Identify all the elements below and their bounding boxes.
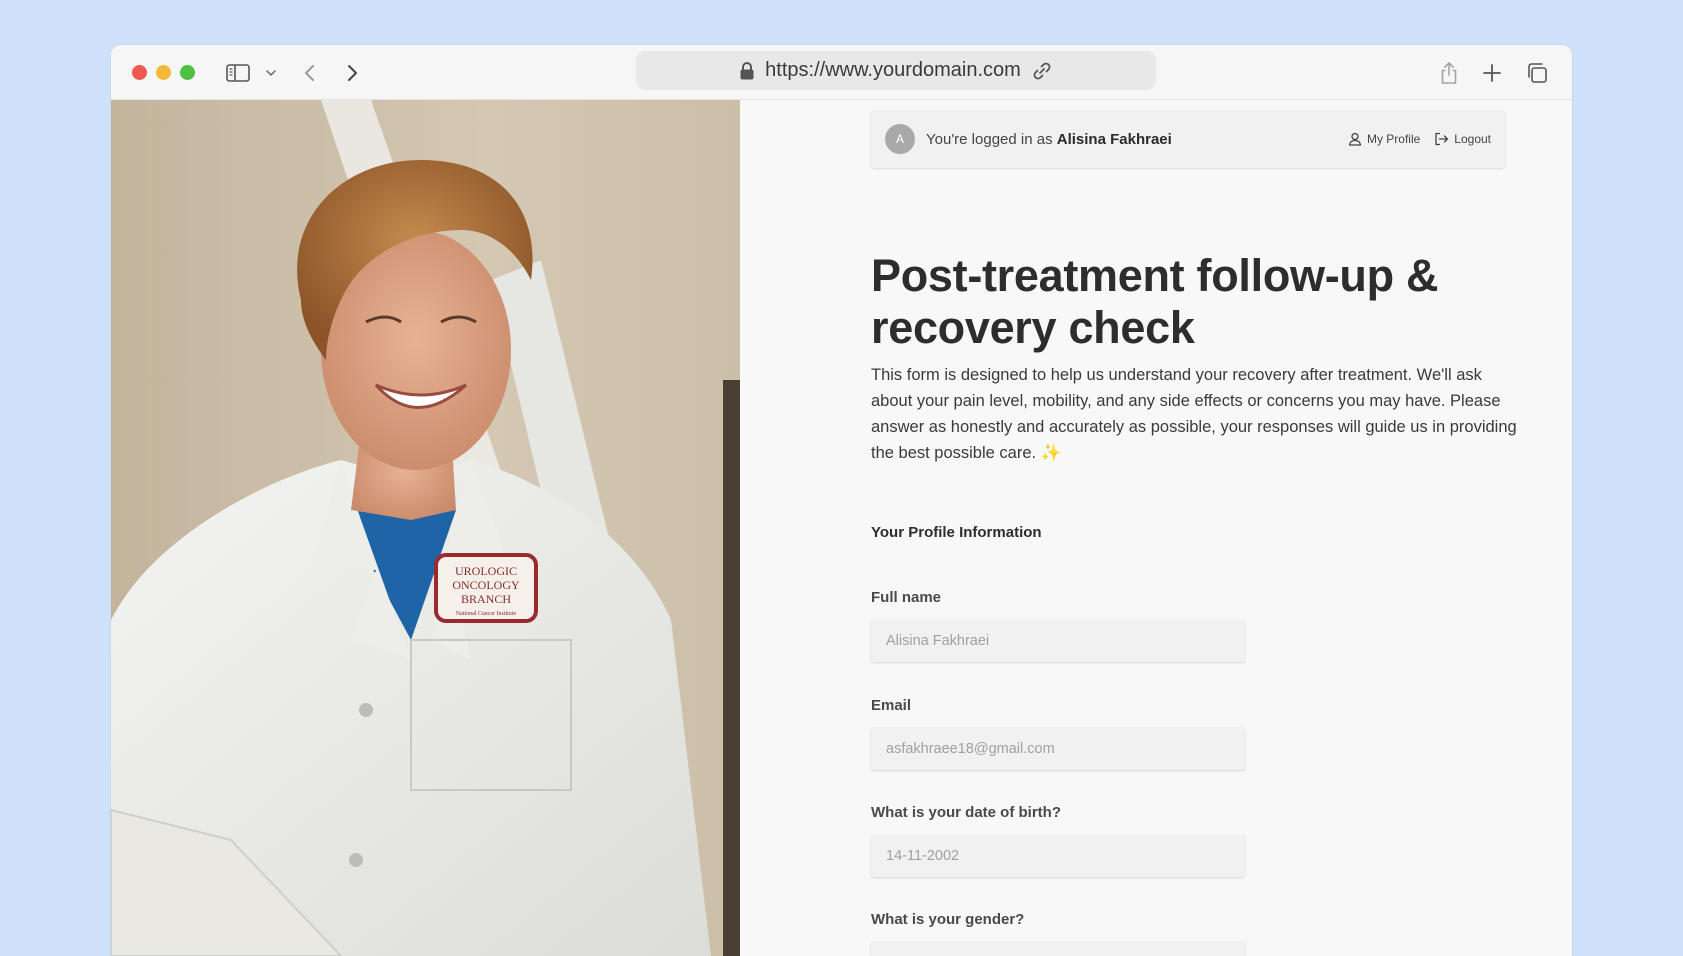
gender-field[interactable] <box>871 941 1245 956</box>
browser-toolbar: https://www.yourdomain.com <box>111 45 1572 100</box>
email-field[interactable] <box>871 727 1245 770</box>
browser-window: https://www.yourdomain.com UROLOGIC ONCO… <box>111 45 1572 956</box>
svg-text:National Cancer Institute: National Cancer Institute <box>456 611 517 617</box>
new-tab-icon[interactable] <box>1480 59 1504 87</box>
sidebar-toggle-icon[interactable] <box>224 59 252 87</box>
close-window-button[interactable] <box>132 65 147 80</box>
email-label: Email <box>871 697 912 714</box>
gender-label: What is your gender? <box>871 911 1025 928</box>
login-status-bar: A You're logged in as Alisina Fakhraei M… <box>871 110 1505 168</box>
share-icon[interactable] <box>1437 59 1461 87</box>
url-text: https://www.yourdomain.com <box>765 59 1021 81</box>
account-actions: My Profile Logout <box>1348 132 1491 146</box>
address-bar[interactable]: https://www.yourdomain.com <box>636 51 1156 90</box>
form-intro: This form is designed to help us underst… <box>871 366 1517 462</box>
login-status-text: You're logged in as Alisina Fakhraei <box>926 130 1172 148</box>
user-icon <box>1348 132 1362 146</box>
date-of-birth-field[interactable] <box>871 834 1245 877</box>
maximize-window-button[interactable] <box>180 65 195 80</box>
logout-link[interactable]: Logout <box>1434 132 1491 146</box>
minimize-window-button[interactable] <box>156 65 171 80</box>
logged-in-user-name: Alisina Fakhraei <box>1056 130 1172 148</box>
doctor-illustration: UROLOGIC ONCOLOGY BRANCH National Cancer… <box>111 100 740 956</box>
date-of-birth-label: What is your date of birth? <box>871 804 1061 821</box>
full-name-label: Full name <box>871 589 942 606</box>
section-title-profile: Your Profile Information <box>871 524 1042 541</box>
back-arrow-icon[interactable] <box>298 59 322 87</box>
doctor-photo: UROLOGIC ONCOLOGY BRANCH National Cancer… <box>111 100 740 956</box>
svg-text:BRANCH: BRANCH <box>461 592 511 606</box>
link-icon[interactable] <box>1031 60 1053 82</box>
coat-badge: UROLOGIC ONCOLOGY BRANCH National Cancer… <box>434 553 538 623</box>
svg-text:ONCOLOGY: ONCOLOGY <box>452 578 520 592</box>
chevron-down-icon[interactable] <box>263 59 279 87</box>
lock-icon <box>740 61 754 79</box>
form-content: A You're logged in as Alisina Fakhraei M… <box>740 100 1572 956</box>
avatar[interactable]: A <box>885 124 915 154</box>
page-title: Post-treatment follow-up & recovery chec… <box>871 250 1439 353</box>
forward-arrow-icon[interactable] <box>340 59 364 87</box>
full-name-field[interactable] <box>871 619 1245 662</box>
my-profile-link[interactable]: My Profile <box>1348 132 1420 146</box>
logout-icon <box>1435 132 1449 146</box>
svg-text:UROLOGIC: UROLOGIC <box>455 564 517 578</box>
tab-overview-icon[interactable] <box>1524 59 1550 87</box>
